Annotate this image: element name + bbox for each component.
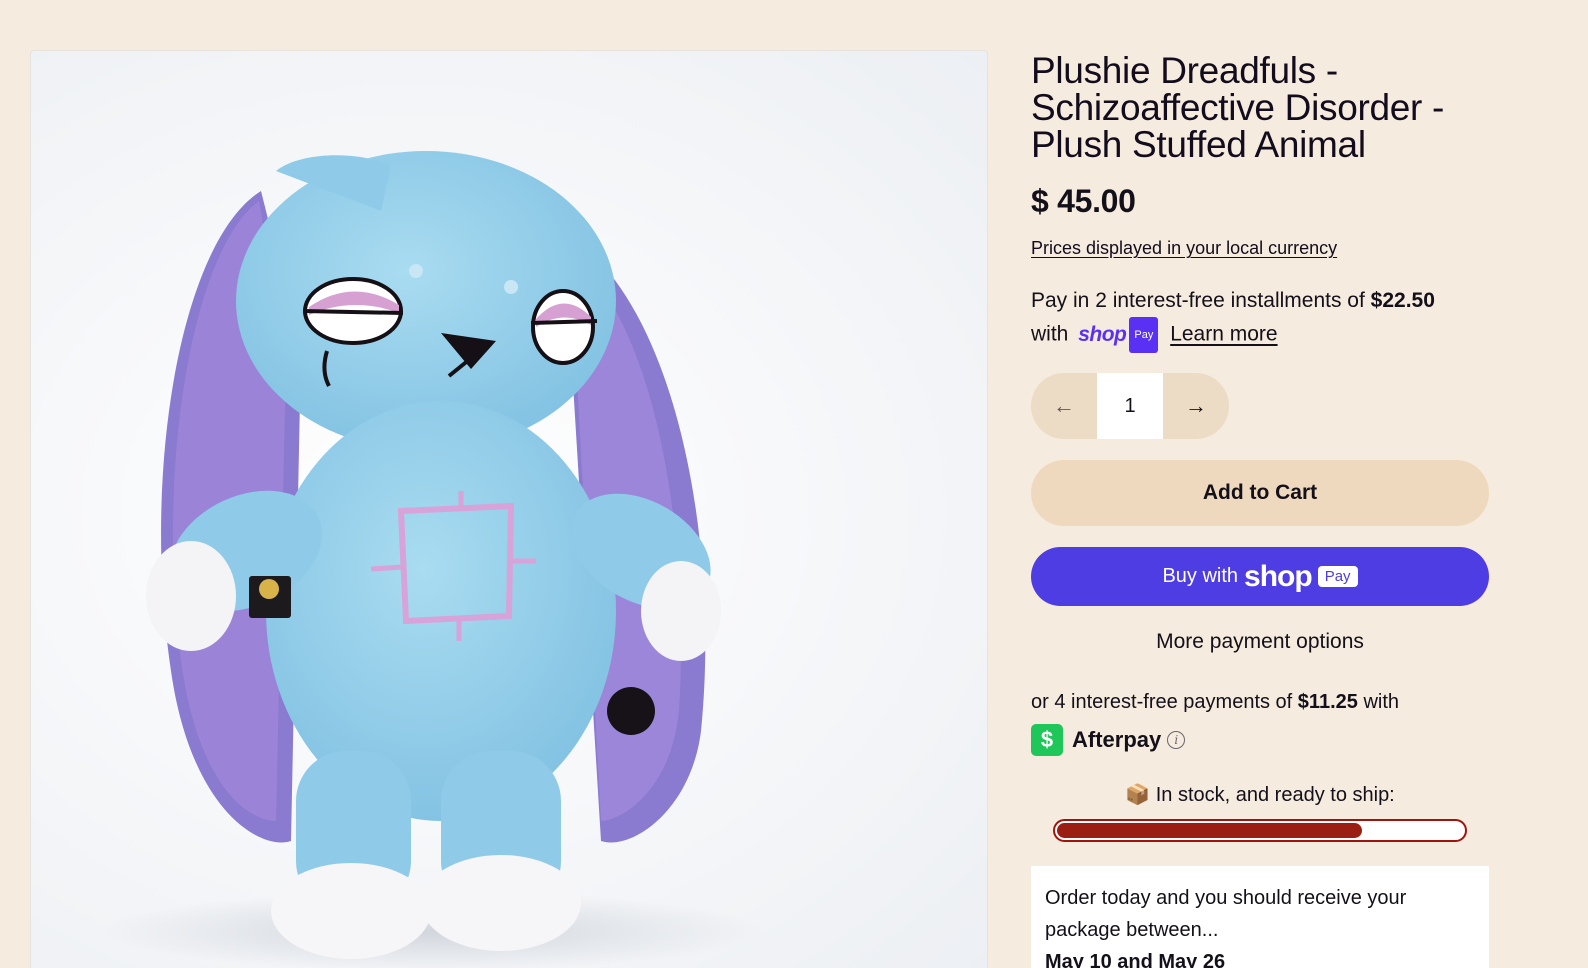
currency-note-link[interactable]: Prices displayed in your local currency bbox=[1031, 238, 1337, 259]
afterpay-text-before: or 4 interest-free payments of bbox=[1031, 691, 1293, 713]
stock-label: In stock, and ready to ship: bbox=[1155, 784, 1395, 806]
product-image[interactable] bbox=[30, 50, 988, 968]
arrow-right-icon: → bbox=[1185, 393, 1207, 418]
learn-more-link[interactable]: Learn more bbox=[1170, 323, 1277, 346]
stock-level-fill bbox=[1057, 823, 1362, 838]
add-to-cart-button[interactable]: Add to Cart bbox=[1031, 460, 1489, 526]
delivery-dates: May 10 and May 26 bbox=[1045, 951, 1226, 968]
arrow-left-icon: ← bbox=[1053, 393, 1075, 418]
product-title: Plushie Dreadfuls - Schizoaffective Diso… bbox=[1031, 50, 1445, 165]
decrement-button[interactable]: ← bbox=[1031, 373, 1097, 439]
installments-with: with bbox=[1031, 322, 1069, 346]
product-info: Plushie Dreadfuls - Schizoaffective Diso… bbox=[1031, 52, 1491, 968]
afterpay-message: or 4 interest-free payments of $11.25 wi… bbox=[1031, 688, 1491, 756]
buy-with-shop-pay-button[interactable]: Buy with shop Pay bbox=[1031, 547, 1489, 606]
shop-pay-installments: Pay in 2 interest-free installments of $… bbox=[1031, 285, 1491, 353]
afterpay-text-after: with bbox=[1363, 691, 1400, 713]
shop-wordmark: shop bbox=[1244, 559, 1313, 593]
bunny-plush-illustration bbox=[101, 151, 761, 968]
stock-status: 📦 In stock, and ready to ship: bbox=[1031, 782, 1489, 807]
pay-badge: Pay bbox=[1317, 566, 1358, 587]
quantity-stepper: ← 1 → bbox=[1031, 373, 1229, 439]
afterpay-amount: $11.25 bbox=[1297, 691, 1358, 713]
more-payment-options-link[interactable]: More payment options bbox=[1031, 630, 1489, 654]
shop-pay-logo-word: shop bbox=[1078, 323, 1127, 346]
buy-with-label: Buy with bbox=[1162, 565, 1239, 587]
info-icon[interactable]: i bbox=[1167, 731, 1186, 749]
quantity-input[interactable]: 1 bbox=[1097, 373, 1163, 439]
delivery-estimate: Order today and you should receive your … bbox=[1031, 866, 1489, 968]
afterpay-icon: $ bbox=[1031, 724, 1063, 756]
installment-amount: $22.50 bbox=[1370, 289, 1435, 312]
product-price: $ 45.00 bbox=[1031, 183, 1136, 219]
shop-pay-logo: shop Pay bbox=[1078, 317, 1159, 353]
box-icon: 📦 bbox=[1125, 784, 1151, 806]
increment-button[interactable]: → bbox=[1163, 373, 1229, 439]
afterpay-name: Afterpay bbox=[1072, 727, 1162, 752]
stock-level-bar bbox=[1053, 819, 1467, 842]
shop-pay-logo-badge: Pay bbox=[1129, 317, 1159, 353]
installments-text: Pay in 2 interest-free installments of bbox=[1031, 289, 1365, 312]
delivery-text: Order today and you should receive your … bbox=[1045, 887, 1407, 941]
